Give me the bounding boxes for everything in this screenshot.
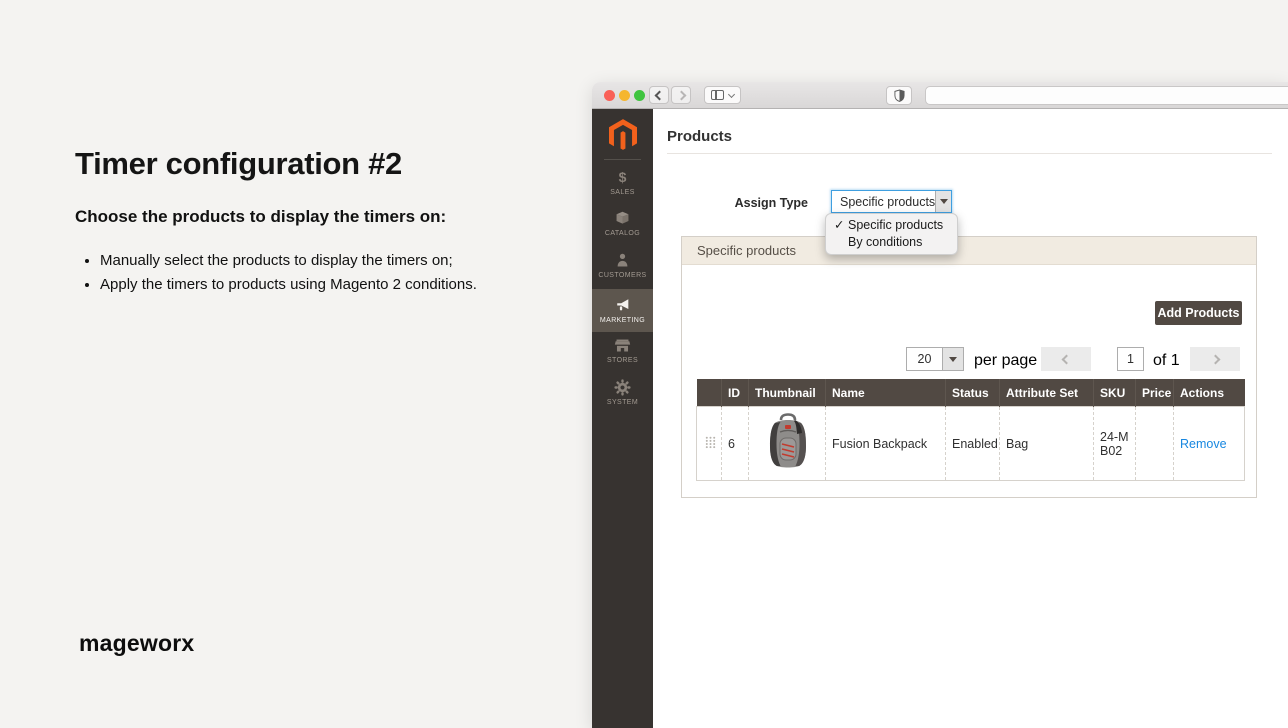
assign-type-select[interactable]: Specific products [831,190,952,213]
column-header-price: Price [1136,379,1174,407]
column-header-thumbnail: Thumbnail [749,379,826,407]
chevron-down-icon [728,90,735,97]
chevron-left-icon [654,90,664,100]
chevron-left-icon [1061,354,1071,364]
slide-canvas: Timer configuration #2 Choose the produc… [0,0,1288,728]
products-grid: ID Thumbnail Name Status Attribute Set S… [696,379,1245,481]
name-cell: Fusion Backpack [826,407,946,481]
slide-title: Timer configuration #2 [75,146,402,182]
bullet-item: Manually select the products to display … [100,252,477,269]
id-cell: 6 [722,407,749,481]
drag-handle-cell[interactable] [697,407,722,481]
column-header-name: Name [826,379,946,407]
megaphone-icon [592,297,653,315]
sidebar-item-sales[interactable]: $ SALES [592,169,653,196]
chevron-down-icon [940,199,948,204]
dropdown-option-specific-products[interactable]: ✓ Specific products [826,217,957,234]
sidebar-item-customers[interactable]: CUSTOMERS [592,252,653,279]
select-arrow-box[interactable] [942,348,963,370]
split-panes-icon [711,90,724,100]
select-arrow-box[interactable] [935,191,951,212]
heading-divider [667,153,1272,154]
drag-handle-icon [705,436,716,449]
column-header-status: Status [946,379,1000,407]
slide-subtitle: Choose the products to display the timer… [75,207,446,227]
dropdown-option-by-conditions[interactable]: By conditions [826,234,957,251]
assign-type-dropdown: ✓ Specific products By conditions [825,213,958,255]
next-page-button[interactable] [1190,347,1240,371]
specific-products-panel: Specific products Add Products 20 per pa… [681,236,1257,498]
minimize-window-button[interactable] [619,90,630,101]
close-window-button[interactable] [604,90,615,101]
column-header-id: ID [722,379,749,407]
sidebar-divider [604,159,641,160]
url-bar[interactable] [925,86,1288,105]
assign-type-label: Assign Type [653,196,808,210]
chevron-down-icon [949,357,957,362]
table-row: 6 [697,407,1245,481]
grid-header-row: ID Thumbnail Name Status Attribute Set S… [697,379,1245,407]
storefront-icon [592,337,653,355]
assign-type-value: Specific products [832,191,935,212]
magento-sidebar: $ SALES CATALOG [592,109,653,728]
tab-overview-button[interactable] [704,86,741,104]
column-header-drag [697,379,722,407]
sidebar-item-catalog[interactable]: CATALOG [592,210,653,237]
panel-title: Specific products [682,237,1256,265]
status-cell: Enabled [946,407,1000,481]
actions-cell: Remove [1174,407,1245,481]
mageworx-logo: mageworx [79,630,194,657]
sidebar-item-system[interactable]: SYSTEM [592,379,653,406]
zoom-window-button[interactable] [634,90,645,101]
column-header-sku: SKU [1094,379,1136,407]
per-page-label: per page [974,352,1037,370]
bullet-list: Manually select the products to display … [82,252,477,300]
sidebar-item-stores[interactable]: STORES [592,337,653,364]
person-icon [592,252,653,270]
box-icon [592,210,653,228]
page-size-select[interactable]: 20 [906,347,964,371]
gear-icon [592,379,653,397]
page-heading: Products [667,128,732,145]
check-icon: ✓ [834,217,848,234]
magento-admin: $ SALES CATALOG [592,109,1288,728]
remove-link[interactable]: Remove [1180,437,1227,451]
chevron-right-icon [676,90,686,100]
fusion-backpack-image [765,413,811,471]
current-page-input[interactable] [1117,347,1144,371]
previous-page-button[interactable] [1041,347,1091,371]
attribute-set-cell: Bag [1000,407,1094,481]
shield-icon [894,89,905,102]
chevron-right-icon [1210,354,1220,364]
thumbnail-cell [749,407,826,481]
dollar-icon: $ [592,169,653,187]
back-button[interactable] [649,86,669,104]
privacy-report-button[interactable] [886,86,912,105]
column-header-attribute-set: Attribute Set [1000,379,1094,407]
forward-button[interactable] [671,86,691,104]
add-products-button[interactable]: Add Products [1155,301,1242,325]
browser-window: $ SALES CATALOG [592,82,1288,728]
browser-titlebar [592,82,1288,109]
price-cell [1136,407,1174,481]
total-pages-label: of 1 [1153,352,1180,370]
sidebar-item-marketing[interactable]: MARKETING [592,289,653,332]
magento-logo-icon[interactable] [592,119,653,156]
column-header-actions: Actions [1174,379,1245,407]
bullet-item: Apply the timers to products using Magen… [100,276,477,293]
sku-cell: 24-MB02 [1094,407,1136,481]
admin-content: Products Assign Type Specific products ✓… [653,109,1288,728]
